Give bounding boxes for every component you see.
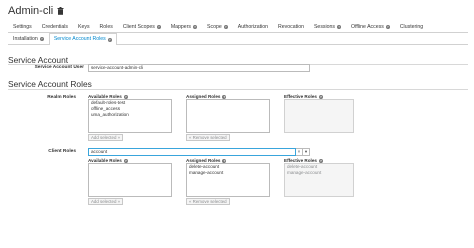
tab-label: Keys — [78, 23, 90, 30]
tab-installation[interactable]: Installation? — [8, 33, 49, 44]
page-header: Admin-cli — [8, 4, 64, 18]
tab-clustering[interactable]: Clustering — [395, 21, 428, 32]
help-icon[interactable]: ? — [123, 158, 128, 163]
help-icon: ? — [337, 25, 342, 29]
tab-label: Offline Access — [351, 23, 384, 30]
help-icon[interactable]: ? — [318, 94, 323, 99]
realm-remove-selected-button[interactable]: « Remove selected — [186, 134, 230, 141]
tab-bar: Settings Credentials Keys Roles Client Scope… — [8, 21, 468, 55]
help-icon: ? — [39, 37, 44, 41]
page-title: Admin-cli — [8, 5, 54, 17]
tab-label: Sessions — [313, 23, 336, 30]
service-account-user-field[interactable]: service-account-admin-cli — [88, 64, 310, 72]
tab-label: Service Account Roles — [53, 36, 106, 42]
tab-label: Settings — [13, 23, 32, 30]
client-assigned-list[interactable]: delete-account manage-account — [186, 163, 270, 197]
tab-label: Credentials — [41, 23, 68, 30]
tab-row-2: Installation? Service Account Roles? — [8, 33, 468, 45]
help-icon: ? — [107, 37, 112, 42]
role-option: manage-account — [287, 170, 322, 175]
tab-label: Clustering — [399, 23, 424, 30]
tab-revocation[interactable]: Revocation — [273, 21, 309, 32]
realm-add-selected-button[interactable]: Add selected » — [88, 134, 124, 141]
tab-row-1: Settings Credentials Keys Roles Client Scope… — [8, 21, 468, 33]
help-icon[interactable]: ? — [222, 158, 227, 163]
client-remove-selected-button[interactable]: « Remove selected — [186, 198, 230, 205]
chevron-down-icon[interactable]: ▾ — [303, 148, 310, 156]
tab-label: Roles — [99, 23, 113, 30]
tab-label: Authorization — [237, 23, 269, 30]
tab-offline-access[interactable]: Offline Access? — [346, 21, 395, 32]
trash-icon[interactable] — [57, 7, 64, 15]
realm-assigned-list[interactable] — [186, 99, 270, 133]
client-effective-list: delete-account manage-account — [284, 163, 354, 197]
tab-authorization[interactable]: Authorization — [233, 21, 273, 32]
role-option[interactable]: manage-account — [187, 170, 269, 176]
client-available-list[interactable] — [88, 163, 172, 197]
realm-available-list[interactable]: default-roles-test offline_access uma_auth… — [88, 99, 172, 133]
service-account-roles-heading: Service Account Roles — [8, 79, 92, 89]
tab-label: Revocation — [278, 23, 304, 30]
clear-icon[interactable]: × — [296, 148, 303, 156]
client-roles-label: Client Roles — [48, 149, 76, 154]
help-icon: ? — [385, 25, 390, 29]
client-add-selected-button[interactable]: Add selected » — [88, 198, 124, 205]
help-icon: ? — [223, 25, 228, 29]
tab-scope[interactable]: Scope? — [202, 21, 233, 32]
help-icon: ? — [193, 25, 198, 29]
tab-label: Client Scopes — [122, 23, 155, 30]
service-account-user-label: Service Account User — [34, 65, 84, 70]
realm-effective-list — [284, 99, 354, 133]
section-divider — [8, 89, 468, 90]
tab-label: Mappers — [170, 23, 192, 30]
help-icon[interactable]: ? — [318, 158, 323, 163]
tab-settings[interactable]: Settings — [8, 21, 37, 32]
tab-roles[interactable]: Roles — [95, 21, 118, 32]
help-icon: ? — [156, 25, 161, 29]
tab-client-scopes[interactable]: Client Scopes? — [118, 21, 166, 32]
role-option[interactable]: uma_authorization — [89, 112, 171, 118]
tab-service-account-roles[interactable]: Service Account Roles? — [48, 33, 117, 45]
help-icon[interactable]: ? — [222, 94, 227, 99]
tab-mappers[interactable]: Mappers? — [166, 21, 202, 32]
tab-sessions[interactable]: Sessions? — [309, 21, 346, 32]
help-icon[interactable]: ? — [123, 94, 128, 99]
realm-roles-label: Realm Roles — [47, 95, 76, 100]
tab-keys[interactable]: Keys — [73, 21, 95, 32]
tab-label: Scope — [207, 23, 222, 30]
tab-credentials[interactable]: Credentials — [37, 21, 73, 32]
tab-label: Installation — [13, 35, 38, 42]
client-select-input[interactable]: account — [88, 148, 296, 156]
client-select[interactable]: account × ▾ — [88, 148, 310, 156]
